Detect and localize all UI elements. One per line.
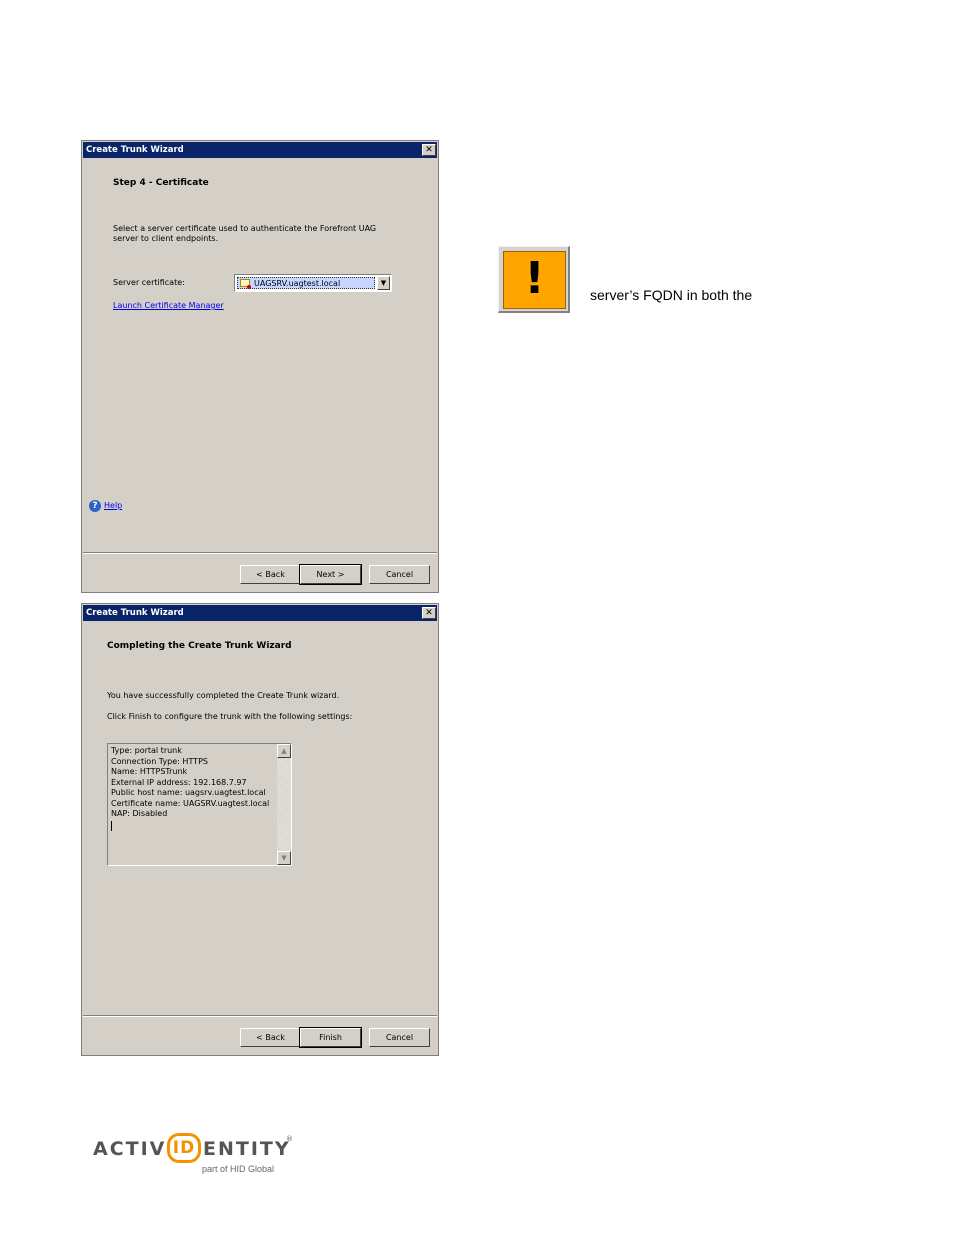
instruction-text: Click Finish to configure the trunk with… [107,712,353,721]
create-trunk-wizard-step4-dialog: Create Trunk Wizard ✕ Step 4 - Certifica… [81,140,439,593]
next-button[interactable]: Next > [299,564,362,585]
close-icon[interactable]: ✕ [422,144,436,156]
logo-registered-mark: ® [286,1135,293,1143]
description-line1: Select a server certificate used to auth… [113,224,377,233]
launch-certificate-manager-link[interactable]: Launch Certificate Manager [113,301,224,310]
completion-heading: Completing the Create Trunk Wizard [107,641,292,651]
success-text: You have successfully completed the Crea… [107,691,340,700]
exclamation-warning-icon: ! [503,251,566,309]
text-caret [111,820,112,831]
footer-separator [83,1015,437,1017]
selected-item: UAGSRV.uagtest.local [237,277,375,289]
chevron-down-icon[interactable]: ▼ [377,276,390,290]
back-button[interactable]: < Back [240,565,301,584]
warning-icon-frame: ! [498,246,570,313]
step-heading: Step 4 - Certificate [113,178,209,188]
cancel-button[interactable]: Cancel [369,565,430,584]
vertical-scrollbar[interactable]: ▲ ▼ [277,744,291,865]
scroll-down-icon[interactable]: ▼ [277,851,291,865]
settings-line: Type: portal trunk [111,746,182,755]
create-trunk-wizard-complete-dialog: Create Trunk Wizard ✕ Completing the Cre… [81,603,439,1056]
settings-list: Type: portal trunk Connection Type: HTTP… [111,746,269,831]
settings-line: Name: HTTPSTrunk [111,767,188,776]
certificate-icon [240,279,251,289]
server-certificate-dropdown[interactable]: UAGSRV.uagtest.local ▼ [234,274,392,292]
logo-id-mark: ID [167,1133,201,1163]
logo-tagline: part of HID Global [202,1164,275,1174]
settings-line: Certificate name: UAGSRV.uagtest.local [111,798,270,808]
server-certificate-value: UAGSRV.uagtest.local [254,279,341,288]
settings-line: NAP: Disabled [111,809,168,818]
settings-line: External IP address: 192.168.7.97 [111,777,247,787]
cancel-button[interactable]: Cancel [369,1028,430,1047]
window-title: Create Trunk Wizard [86,608,184,618]
window-title: Create Trunk Wizard [86,145,184,155]
logo-id-text: ID [172,1138,196,1158]
logo-word-left: ACTIV [93,1138,167,1160]
title-bar: Create Trunk Wizard ✕ [83,605,437,621]
settings-summary-textbox[interactable]: Type: portal trunk Connection Type: HTTP… [107,743,292,866]
settings-line: Public host name: uagsrv.uagtest.local [111,788,266,797]
description-line2: server to client endpoints. [113,234,219,243]
help-link[interactable]: Help [104,501,122,510]
scroll-up-icon[interactable]: ▲ [277,744,291,758]
finish-button[interactable]: Finish [299,1027,362,1048]
close-icon[interactable]: ✕ [422,607,436,619]
footer-separator [83,552,437,554]
logo-word-right: ENTITY [203,1138,291,1160]
help-icon[interactable]: ? [89,500,101,512]
note-text: server’s FQDN in both the [590,287,753,303]
server-certificate-label: Server certificate: [113,278,185,287]
actividentity-logo: ACTIV ID ENTITY ® part of HID Global [93,1133,293,1178]
settings-line: Connection Type: HTTPS [111,756,208,766]
back-button[interactable]: < Back [240,1028,301,1047]
title-bar: Create Trunk Wizard ✕ [83,142,437,158]
